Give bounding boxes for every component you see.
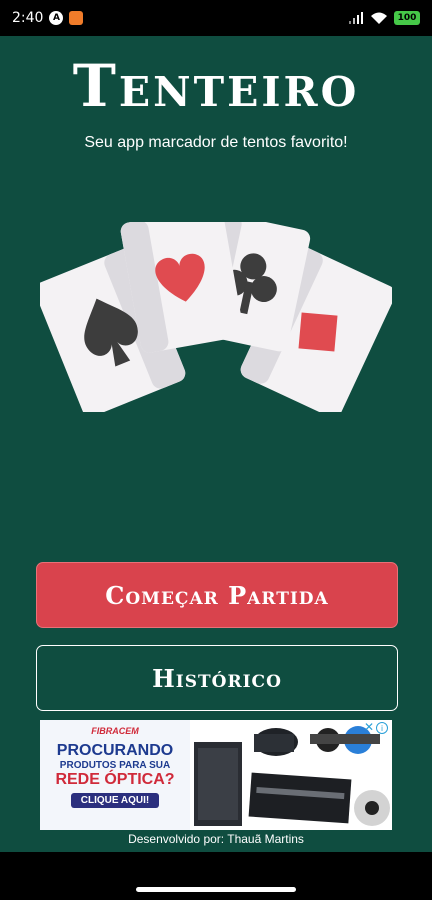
ad-product-images: i ✕ [190, 720, 392, 830]
notification-a-icon: A [49, 11, 64, 25]
ad-banner[interactable]: FIBRACEM PROCURANDO PRODUTOS PARA SUA RE… [40, 720, 392, 830]
ad-products-illustration [194, 726, 390, 826]
battery-icon: 100 [394, 11, 420, 25]
ad-cta-button[interactable]: CLIQUE AQUI! [70, 793, 160, 808]
signal-icon [349, 12, 363, 24]
ad-info-icon[interactable]: i [376, 722, 388, 734]
ad-highlight: REDE ÓPTICA? [55, 771, 175, 788]
diamond-icon [298, 312, 338, 352]
navigation-bar [0, 852, 432, 900]
ad-text-panel: FIBRACEM PROCURANDO PRODUTOS PARA SUA RE… [40, 720, 190, 830]
app-title: Tenteiro [72, 52, 360, 120]
ad-subheadline: PRODUTOS PARA SUA [59, 760, 171, 771]
status-bar: 2:40 A 100 [0, 0, 432, 36]
app-subtitle: Seu app marcador de tentos favorito! [84, 134, 348, 151]
notification-app-icon [69, 11, 84, 25]
app-screen: Tenteiro Seu app marcador de tentos favo… [0, 36, 432, 888]
start-match-button[interactable]: Começar Partida [36, 562, 398, 628]
home-indicator[interactable] [136, 887, 296, 892]
status-time: 2:40 [12, 10, 44, 26]
ad-brand: FIBRACEM [91, 726, 139, 736]
developer-credit: Desenvolvido por: Thauã Martins [128, 832, 304, 846]
ad-close-icon[interactable]: ✕ [364, 720, 374, 734]
history-button[interactable]: Histórico [36, 645, 398, 711]
playing-cards-illustration [40, 222, 392, 412]
wifi-icon [371, 12, 387, 24]
ad-headline: PROCURANDO [56, 742, 174, 759]
